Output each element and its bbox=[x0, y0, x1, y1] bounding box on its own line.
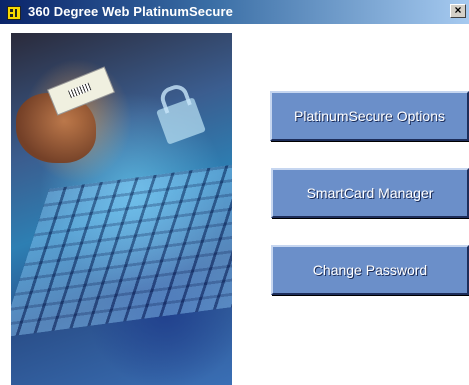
security-hero-image bbox=[11, 33, 232, 385]
change-password-button[interactable]: Change Password bbox=[271, 245, 469, 295]
window-title: 360 Degree Web PlatinumSecure bbox=[28, 4, 233, 19]
title-bar[interactable]: 360 Degree Web PlatinumSecure × bbox=[0, 0, 469, 24]
platinumsecure-options-button[interactable]: PlatinumSecure Options bbox=[270, 91, 469, 141]
smartcard-manager-button[interactable]: SmartCard Manager bbox=[271, 168, 469, 218]
padlock-icon bbox=[156, 97, 206, 145]
close-button[interactable]: × bbox=[450, 4, 466, 18]
app-window: 360 Degree Web PlatinumSecure × Platinum… bbox=[0, 0, 469, 385]
app-icon[interactable] bbox=[7, 6, 21, 20]
keyboard-graphic bbox=[11, 158, 232, 338]
